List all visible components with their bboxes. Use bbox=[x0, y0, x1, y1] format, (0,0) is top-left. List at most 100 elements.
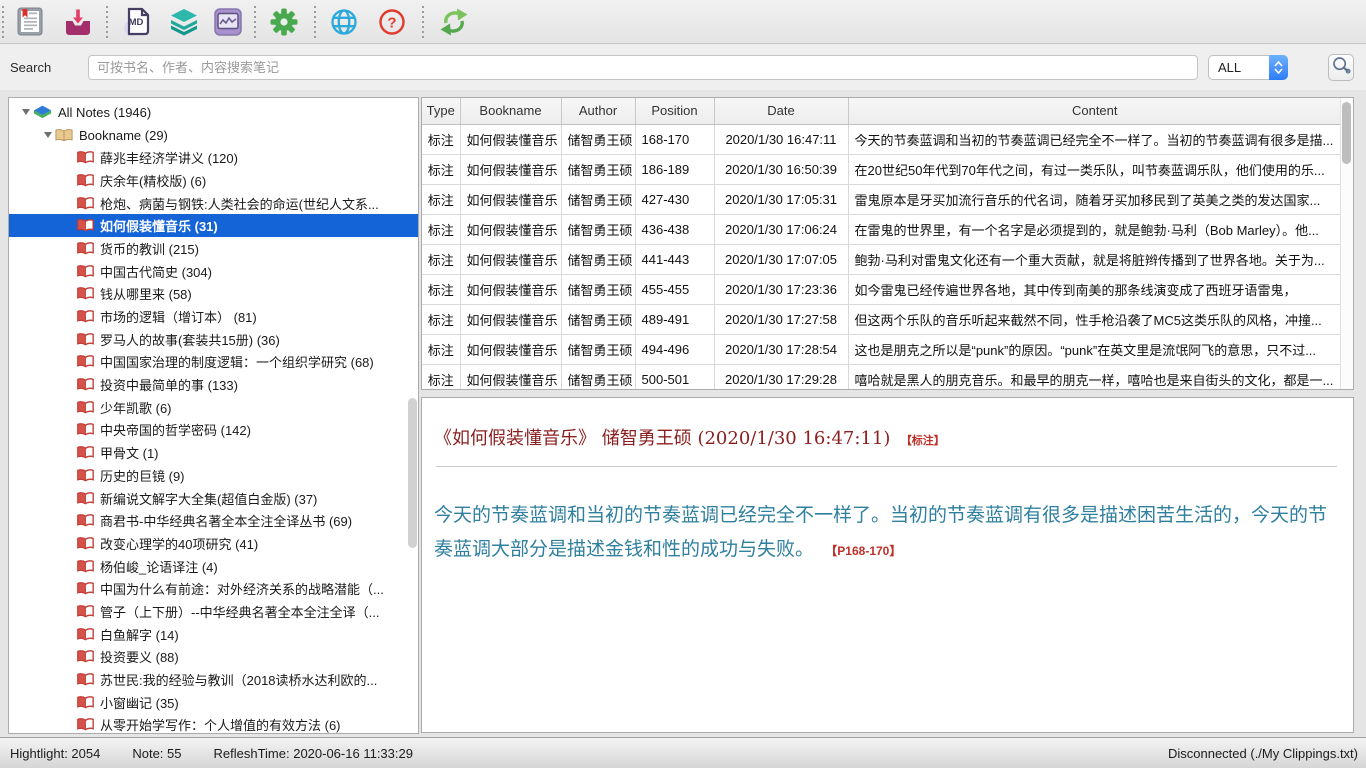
tree-item[interactable]: 历史的巨镜 (9) bbox=[9, 464, 418, 487]
note-table-row[interactable]: 标注 如何假装懂音乐 储智勇王硕 186-189 2020/1/30 16:50… bbox=[422, 154, 1341, 184]
import-icon[interactable] bbox=[62, 6, 94, 38]
tree-item[interactable]: 中国古代简史 (304) bbox=[9, 260, 418, 283]
tree-item[interactable]: 少年凯歌 (6) bbox=[9, 396, 418, 419]
tree-item-label: 货币的教训 (215) bbox=[100, 239, 199, 258]
cell-bookname: 如何假装懂音乐 bbox=[460, 244, 561, 274]
scope-select[interactable]: ALL bbox=[1208, 55, 1288, 80]
col-header-type[interactable]: Type bbox=[422, 98, 460, 124]
cell-position: 441-443 bbox=[635, 244, 714, 274]
note-detail-panel: 《如何假装懂音乐》 储智勇王硕 (2020/1/30 16:47:11) 【标注… bbox=[421, 397, 1354, 733]
note-table-row[interactable]: 标注 如何假装懂音乐 储智勇王硕 500-501 2020/1/30 17:29… bbox=[422, 364, 1341, 390]
connection-status: Disconnected (./My Clippings.txt) bbox=[1168, 746, 1358, 761]
tree-item[interactable]: 新编说文解字大全集(超值白金版) (37) bbox=[9, 487, 418, 510]
col-header-date[interactable]: Date bbox=[714, 98, 848, 124]
cell-content: 在雷鬼的世界里，有一个名字是必须提到的，就是鲍勃·马利（Bob Marley）。… bbox=[848, 214, 1341, 244]
cell-bookname: 如何假装懂音乐 bbox=[460, 214, 561, 244]
book-tree: All Notes (1946) Bookname (29) bbox=[9, 98, 418, 734]
tree-item[interactable]: 白鱼解字 (14) bbox=[9, 623, 418, 646]
tree-item-label: 中央帝国的哲学密码 (142) bbox=[100, 420, 251, 439]
refresh-time: RefleshTime: 2020-06-16 11:33:29 bbox=[214, 746, 413, 761]
cell-author: 储智勇王硕 bbox=[561, 274, 635, 304]
cell-date: 2020/1/30 17:23:36 bbox=[714, 274, 848, 304]
disclosure-triangle-icon[interactable] bbox=[41, 132, 55, 138]
toolbar-separator bbox=[106, 6, 108, 38]
tree-item[interactable]: 投资中最简单的事 (133) bbox=[9, 373, 418, 396]
settings-gear-icon[interactable] bbox=[268, 6, 300, 38]
tree-item[interactable]: 商君书-中华经典名著全本全注全译丛书 (69) bbox=[9, 509, 418, 532]
tree-item[interactable]: 如何假装懂音乐 (31) bbox=[9, 214, 418, 237]
tree-item[interactable]: 投资要义 (88) bbox=[9, 646, 418, 669]
tree-item[interactable]: 罗马人的故事(套装共15册) (36) bbox=[9, 328, 418, 351]
tree-item[interactable]: All Notes (1946) bbox=[9, 101, 418, 124]
tree-item[interactable]: 货币的教训 (215) bbox=[9, 237, 418, 260]
tree-item-label: 甲骨文 (1) bbox=[100, 443, 159, 462]
note-table-row[interactable]: 标注 如何假装懂音乐 储智勇王硕 436-438 2020/1/30 17:06… bbox=[422, 214, 1341, 244]
book-icon bbox=[77, 241, 94, 256]
notes-icon[interactable] bbox=[14, 6, 46, 38]
layers-icon[interactable] bbox=[168, 6, 200, 38]
note-table-row[interactable]: 标注 如何假装懂音乐 储智勇王硕 168-170 2020/1/30 16:47… bbox=[422, 124, 1341, 154]
col-header-content[interactable]: Content bbox=[848, 98, 1341, 124]
cell-content: 这也是朋克之所以是“punk”的原因。“punk”在英文里是流氓阿飞的意思，只不… bbox=[848, 334, 1341, 364]
tree-item-label: 白鱼解字 (14) bbox=[100, 625, 179, 644]
tree-item[interactable]: 中央帝国的哲学密码 (142) bbox=[9, 419, 418, 442]
chart-icon[interactable] bbox=[212, 6, 244, 38]
book-icon bbox=[77, 332, 94, 347]
book-icon bbox=[77, 559, 94, 574]
book-icon bbox=[77, 150, 94, 165]
tree-item-label: 投资要义 (88) bbox=[100, 647, 179, 666]
tree-item[interactable]: 钱从哪里来 (58) bbox=[9, 283, 418, 306]
cell-bookname: 如何假装懂音乐 bbox=[460, 154, 561, 184]
book-icon bbox=[77, 286, 94, 301]
tree-item-label: 少年凯歌 (6) bbox=[100, 398, 172, 417]
tree-item[interactable]: 中国为什么有前途：对外经济关系的战略潜能（... bbox=[9, 577, 418, 600]
globe-icon[interactable] bbox=[328, 6, 360, 38]
sidebar-scrollbar[interactable] bbox=[408, 398, 417, 548]
help-icon[interactable]: ? bbox=[376, 6, 408, 38]
tree-item[interactable]: 从零开始学写作：个人增值的有效方法 (6) bbox=[9, 714, 418, 734]
tree-item[interactable]: 改变心理学的40项研究 (41) bbox=[9, 532, 418, 555]
note-table-row[interactable]: 标注 如何假装懂音乐 储智勇王硕 489-491 2020/1/30 17:27… bbox=[422, 304, 1341, 334]
tree-item[interactable]: 甲骨文 (1) bbox=[9, 441, 418, 464]
tree-item[interactable]: 薛兆丰经济学讲义 (120) bbox=[9, 146, 418, 169]
tree-item[interactable]: 枪炮、病菌与钢铁:人类社会的命运(世纪人文系... bbox=[9, 192, 418, 215]
tree-item[interactable]: 杨伯峻_论语译注 (4) bbox=[9, 555, 418, 578]
tree-item-label: 投资中最简单的事 (133) bbox=[100, 375, 238, 394]
tree-item[interactable]: Bookname (29) bbox=[9, 124, 418, 147]
tree-item[interactable]: 苏世民:我的经验与教训（2018读桥水达利欧的... bbox=[9, 668, 418, 691]
note-type-badge: 【标注】 bbox=[901, 435, 945, 447]
markdown-file-icon[interactable]: MD bbox=[122, 6, 154, 38]
tree-item[interactable]: 管子（上下册）--中华经典名著全本全注全译（... bbox=[9, 600, 418, 623]
col-header-position[interactable]: Position bbox=[635, 98, 714, 124]
toolbar-separator bbox=[254, 6, 256, 38]
tree-item-label: 商君书-中华经典名著全本全注全译丛书 (69) bbox=[100, 511, 352, 530]
sync-icon[interactable] bbox=[438, 6, 470, 38]
tree-item-label: 改变心理学的40项研究 (41) bbox=[100, 534, 258, 553]
book-icon bbox=[77, 604, 94, 619]
disclosure-triangle-icon[interactable] bbox=[19, 109, 33, 115]
tree-item[interactable]: 市场的逻辑（增订本） (81) bbox=[9, 305, 418, 328]
tree-item-label: 薛兆丰经济学讲义 (120) bbox=[100, 148, 238, 167]
tree-item[interactable]: 小窗幽记 (35) bbox=[9, 691, 418, 714]
cell-content: 嘻哈就是黑人的朋克音乐。和最早的朋克一样，嘻哈也是来自街头的文化，都是一... bbox=[848, 364, 1341, 390]
table-scrollbar-track[interactable] bbox=[1340, 98, 1353, 389]
col-header-author[interactable]: Author bbox=[561, 98, 635, 124]
tree-item[interactable]: 庆余年(精校版) (6) bbox=[9, 169, 418, 192]
note-table-row[interactable]: 标注 如何假装懂音乐 储智勇王硕 494-496 2020/1/30 17:28… bbox=[422, 334, 1341, 364]
book-icon bbox=[77, 377, 94, 392]
search-button[interactable] bbox=[1328, 54, 1354, 81]
book-icon bbox=[77, 264, 94, 279]
tree-item[interactable]: 中国国家治理的制度逻辑：一个组织学研究 (68) bbox=[9, 351, 418, 374]
col-header-bookname[interactable]: Bookname bbox=[460, 98, 561, 124]
cell-content: 但这两个乐队的音乐听起来截然不同，性手枪沿袭了MC5这类乐队的风格，冲撞... bbox=[848, 304, 1341, 334]
note-table-row[interactable]: 标注 如何假装懂音乐 储智勇王硕 455-455 2020/1/30 17:23… bbox=[422, 274, 1341, 304]
tree-item-label: 新编说文解字大全集(超值白金版) (37) bbox=[100, 489, 317, 508]
note-table-row[interactable]: 标注 如何假装懂音乐 储智勇王硕 427-430 2020/1/30 17:05… bbox=[422, 184, 1341, 214]
cell-bookname: 如何假装懂音乐 bbox=[460, 304, 561, 334]
status-bar: Hightlight: 2054 Note: 55 RefleshTime: 2… bbox=[0, 737, 1366, 768]
open-book-icon bbox=[55, 128, 73, 143]
table-scrollbar-thumb[interactable] bbox=[1342, 102, 1351, 164]
note-table-row[interactable]: 标注 如何假装懂音乐 储智勇王硕 441-443 2020/1/30 17:07… bbox=[422, 244, 1341, 274]
search-input[interactable] bbox=[88, 55, 1198, 80]
cell-date: 2020/1/30 16:47:11 bbox=[714, 124, 848, 154]
